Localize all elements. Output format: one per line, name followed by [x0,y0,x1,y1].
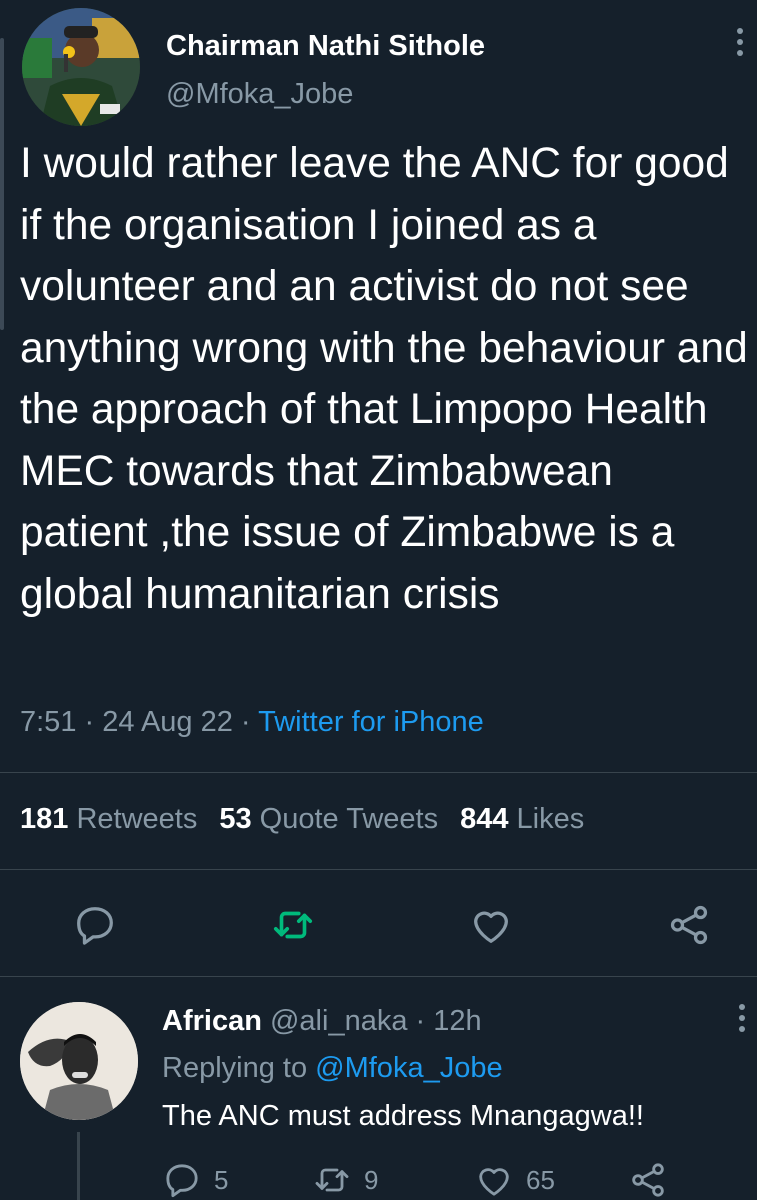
likes-stat[interactable]: 844 Likes [460,803,584,835]
reply-author-handle[interactable]: @ali_naka [270,1005,407,1037]
retweet-icon[interactable] [270,902,316,948]
tweet-date[interactable]: 24 Aug 22 [102,706,233,738]
author-avatar[interactable] [22,8,140,126]
divider [0,772,757,773]
quote-tweets-label: Quote Tweets [259,803,439,835]
author-handle[interactable]: @Mfoka_Jobe [166,78,353,111]
replying-to-line: Replying to @Mfoka_Jobe [162,1052,503,1085]
replying-to-label: Replying to [162,1052,308,1084]
reply-avatar-image [20,1002,138,1120]
like-icon[interactable] [468,902,514,948]
reply-header: African @ali_naka · 12h [162,1005,482,1037]
reply-author-avatar[interactable] [20,1002,138,1120]
reply-age[interactable]: 12h [433,1005,481,1037]
likes-label: Likes [516,803,585,835]
retweet-icon [315,1168,349,1192]
share-icon[interactable] [666,902,712,948]
tweet-detail-page: Chairman Nathi Sithole @Mfoka_Jobe I wou… [0,0,757,1200]
quote-tweets-stat[interactable]: 53 Quote Tweets [219,803,438,835]
reply-count: 5 [214,1164,229,1195]
retweets-count: 181 [20,803,69,835]
share-icon [632,1163,664,1197]
reply-share-button[interactable] [628,1160,668,1200]
replying-to-mention[interactable]: @Mfoka_Jobe [315,1052,502,1084]
author-name[interactable]: Chairman Nathi Sithole [166,30,485,63]
thread-connector [77,1132,80,1200]
reply-icon[interactable] [72,902,118,948]
retweet-count: 9 [364,1164,379,1195]
tweet-source-link[interactable]: Twitter for iPhone [258,706,484,738]
tweet-text: I would rather leave the ANC for good if… [20,140,748,618]
retweets-label: Retweets [76,803,198,835]
tweet-stats: 181 Retweets 53 Quote Tweets 844 Likes [20,803,584,836]
reply-retweet-button[interactable]: 9 [312,1160,378,1200]
retweets-stat[interactable]: 181 Retweets [20,803,197,835]
author-avatar-image [22,8,140,126]
like-icon [479,1168,509,1196]
reply-like-button[interactable]: 65 [474,1160,555,1200]
likes-count: 844 [460,803,509,835]
more-options-icon[interactable] [728,28,752,68]
scroll-indicator [0,38,4,330]
quote-tweets-count: 53 [219,803,252,835]
reply-author-name[interactable]: African [162,1005,262,1037]
reply-text: The ANC must address Mnangagwa!! [162,1100,644,1132]
reply-reply-button[interactable]: 5 [162,1160,228,1200]
divider [0,976,757,977]
like-count: 65 [526,1164,555,1195]
tweet-meta: 7:51 · 24 Aug 22 · Twitter for iPhone [20,706,484,738]
reply-more-options-icon[interactable] [730,1004,754,1044]
divider [0,869,757,870]
tweet-time[interactable]: 7:51 [20,706,76,738]
reply-icon [166,1164,198,1198]
